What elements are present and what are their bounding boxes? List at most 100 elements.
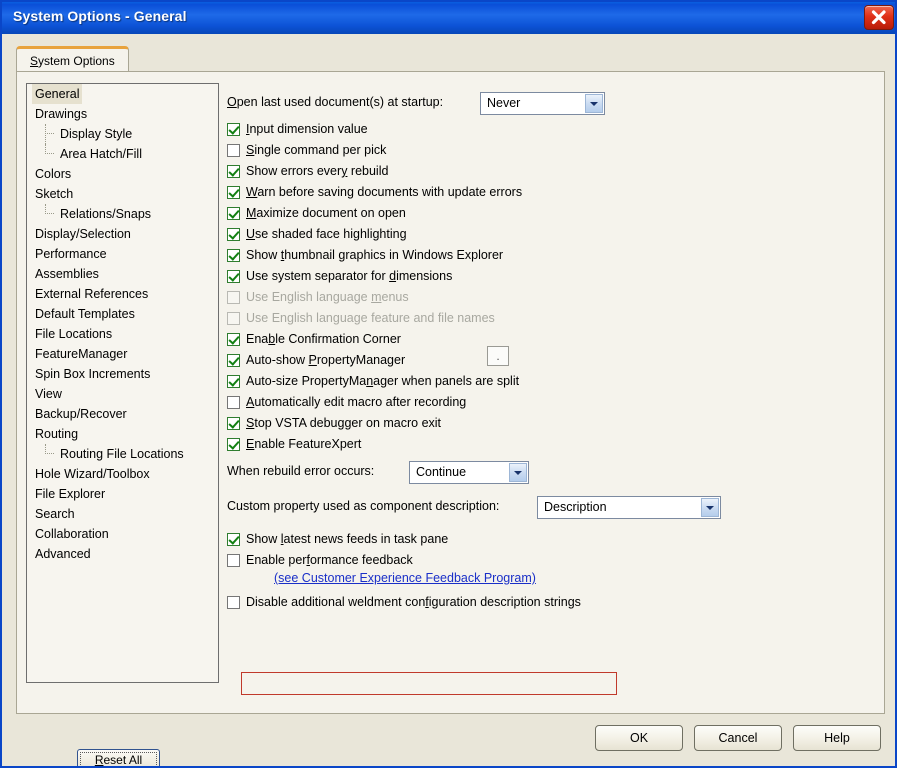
weldment-checkbox-row[interactable]: Disable additional weldment configuratio… — [227, 592, 877, 613]
checkbox-use-shaded-face-highlighting[interactable] — [227, 228, 240, 241]
checkbox-row-single-command-per-pick[interactable]: Single command per pick — [227, 140, 877, 161]
checkbox-label-pre: Use system separator for — [246, 269, 390, 283]
startup-dropdown-value: Never — [487, 96, 521, 110]
checkbox-label-single-command-per-pick: Single command per pick — [246, 140, 386, 161]
checkbox-label-use-english-language-menus: Use English language menus — [246, 287, 409, 308]
sidebar-item-display-style[interactable]: Display Style — [27, 124, 218, 144]
checkbox-label-input-dimension-value: Input dimension value — [246, 119, 368, 140]
checkbox-use-system-separator-for-dimensions[interactable] — [227, 270, 240, 283]
ok-button[interactable]: OK — [595, 725, 683, 751]
checkbox-label-post: imensions — [396, 269, 453, 283]
checkbox-enable-featurexpert[interactable] — [227, 438, 240, 451]
close-icon[interactable] — [864, 5, 894, 30]
sidebar-item-assemblies[interactable]: Assemblies — [27, 264, 218, 284]
checkbox-label-pre: Ena — [246, 332, 269, 346]
weldment-checkbox[interactable] — [227, 596, 240, 609]
sidebar-item-spin-box-increments[interactable]: Spin Box Increments — [27, 364, 218, 384]
checkbox-label-auto-show-propertymanager: Auto-show PropertyManager — [246, 350, 405, 371]
tab-system-options[interactable]: System Options — [16, 46, 129, 72]
sidebar-item-sketch[interactable]: Sketch — [27, 184, 218, 204]
weldment-pre: Disable additional weldment con — [246, 595, 426, 609]
sidebar-item-display-selection[interactable]: Display/Selection — [27, 224, 218, 244]
sidebar-item-performance[interactable]: Performance — [27, 244, 218, 264]
sidebar-item-file-locations[interactable]: File Locations — [27, 324, 218, 344]
custom-property-dropdown[interactable]: Description — [537, 496, 721, 519]
sidebar-item-routing[interactable]: Routing — [27, 424, 218, 444]
sidebar-item-view[interactable]: View — [27, 384, 218, 404]
sidebar-item-featuremanager[interactable]: FeatureManager — [27, 344, 218, 364]
sidebar-item-search[interactable]: Search — [27, 504, 218, 524]
checkbox-show-errors-every-rebuild[interactable] — [227, 165, 240, 178]
checkbox-label-auto-size-propertymanager-when-panels-are-split: Auto-size PropertyManager when panels ar… — [246, 371, 519, 392]
startup-row: Open last used document(s) at startup: N… — [227, 92, 877, 119]
sidebar-item-routing-file-locations[interactable]: Routing File Locations — [27, 444, 218, 464]
sidebar-item-collaboration[interactable]: Collaboration — [27, 524, 218, 544]
checkbox-single-command-per-pick[interactable] — [227, 144, 240, 157]
checkbox-use-english-language-feature-and-file-names — [227, 312, 240, 325]
checkbox-label-enable-confirmation-corner: Enable Confirmation Corner — [246, 329, 401, 350]
checkbox-auto-show-propertymanager[interactable] — [227, 354, 240, 367]
sidebar-item-hole-wizard-toolbox[interactable]: Hole Wizard/Toolbox — [27, 464, 218, 484]
sidebar-item-label: Drawings — [35, 107, 88, 121]
sidebar-item-default-templates[interactable]: Default Templates — [27, 304, 218, 324]
checkbox-row-stop-vsta-debugger-on-macro-exit[interactable]: Stop VSTA debugger on macro exit — [227, 413, 877, 434]
system-separator-field[interactable]: . — [487, 346, 509, 366]
checkbox-auto-size-propertymanager-when-panels-are-split[interactable] — [227, 375, 240, 388]
checkbox-row-enable-confirmation-corner[interactable]: Enable Confirmation Corner — [227, 329, 877, 350]
checkbox-row-enable-featurexpert[interactable]: Enable FeatureXpert — [227, 434, 877, 455]
chevron-down-icon[interactable] — [701, 498, 719, 517]
checkbox-label-post: humbnail graphics in Windows Explorer — [284, 248, 504, 262]
startup-dropdown[interactable]: Never — [480, 92, 605, 115]
checkbox-group: Input dimension value Single command per … — [227, 119, 877, 455]
perf-feedback-checkbox[interactable] — [227, 554, 240, 567]
rebuild-error-dropdown[interactable]: Continue — [409, 461, 529, 484]
sidebar-item-area-hatch-fill[interactable]: Area Hatch/Fill — [27, 144, 218, 164]
checkbox-label-pre: Use English language — [246, 290, 372, 304]
checkbox-row-use-shaded-face-highlighting[interactable]: Use shaded face highlighting — [227, 224, 877, 245]
checkbox-label-post: utomatically edit macro after recording — [254, 395, 467, 409]
title-bar: System Options - General — [2, 2, 895, 34]
tab-label: ystem Options — [38, 54, 115, 68]
checkbox-maximize-document-on-open[interactable] — [227, 207, 240, 220]
checkbox-enable-confirmation-corner[interactable] — [227, 333, 240, 346]
news-feed-checkbox[interactable] — [227, 533, 240, 546]
customer-experience-feedback-link[interactable]: (see Customer Experience Feedback Progra… — [274, 571, 536, 585]
chevron-down-icon[interactable] — [509, 463, 527, 482]
chevron-down-icon[interactable] — [585, 94, 603, 113]
checkbox-label-pre: Auto-size PropertyMa — [246, 374, 367, 388]
category-tree[interactable]: General Drawings Display Style Area Hatch/F… — [26, 83, 219, 683]
checkbox-stop-vsta-debugger-on-macro-exit[interactable] — [227, 417, 240, 430]
sidebar-item-advanced[interactable]: Advanced — [27, 544, 218, 564]
checkbox-label-maximize-document-on-open: Maximize document on open — [246, 203, 406, 224]
sidebar-item-label: Spin Box Increments — [35, 367, 151, 381]
sidebar-item-file-explorer[interactable]: File Explorer — [27, 484, 218, 504]
sidebar-item-backup-recover[interactable]: Backup/Recover — [27, 404, 218, 424]
sidebar-item-colors[interactable]: Colors — [27, 164, 218, 184]
sidebar-item-relations-snaps[interactable]: Relations/Snaps — [27, 204, 218, 224]
checkbox-row-input-dimension-value[interactable]: Input dimension value — [227, 119, 877, 140]
sidebar-item-label: Backup/Recover — [35, 407, 127, 421]
checkbox-row-auto-show-propertymanager[interactable]: Auto-show PropertyManager — [227, 350, 877, 371]
checkbox-warn-before-saving-documents-with-update-errors[interactable] — [227, 186, 240, 199]
news-feed-checkbox-row[interactable]: Show latest news feeds in task pane — [227, 529, 877, 550]
help-button[interactable]: Help — [793, 725, 881, 751]
checkbox-row-warn-before-saving-documents-with-update-errors[interactable]: Warn before saving documents with update… — [227, 182, 877, 203]
checkbox-row-maximize-document-on-open[interactable]: Maximize document on open — [227, 203, 877, 224]
checkbox-input-dimension-value[interactable] — [227, 123, 240, 136]
rebuild-error-value: Continue — [416, 465, 467, 479]
checkbox-row-show-errors-every-rebuild[interactable]: Show errors every rebuild — [227, 161, 877, 182]
checkbox-show-thumbnail-graphics-in-windows-explorer[interactable] — [227, 249, 240, 262]
checkbox-automatically-edit-macro-after-recording[interactable] — [227, 396, 240, 409]
sidebar-item-drawings[interactable]: Drawings — [27, 104, 218, 124]
sidebar-item-general[interactable]: General — [27, 84, 218, 104]
sidebar-item-external-references[interactable]: External References — [27, 284, 218, 304]
checkbox-row-show-thumbnail-graphics-in-windows-explorer[interactable]: Show thumbnail graphics in Windows Explo… — [227, 245, 877, 266]
sidebar-item-label: File Explorer — [35, 487, 106, 501]
checkbox-row-use-system-separator-for-dimensions[interactable]: Use system separator for dimensions — [227, 266, 877, 287]
checkbox-row-auto-size-propertymanager-when-panels-are-split[interactable]: Auto-size PropertyManager when panels ar… — [227, 371, 877, 392]
perf-feedback-pre: Enable per — [246, 553, 307, 567]
checkbox-row-automatically-edit-macro-after-recording[interactable]: Automatically edit macro after recording — [227, 392, 877, 413]
sidebar-item-label: Routing File Locations — [60, 447, 184, 461]
cancel-button[interactable]: Cancel — [694, 725, 782, 751]
perf-feedback-checkbox-row[interactable]: Enable performance feedback — [227, 550, 877, 571]
